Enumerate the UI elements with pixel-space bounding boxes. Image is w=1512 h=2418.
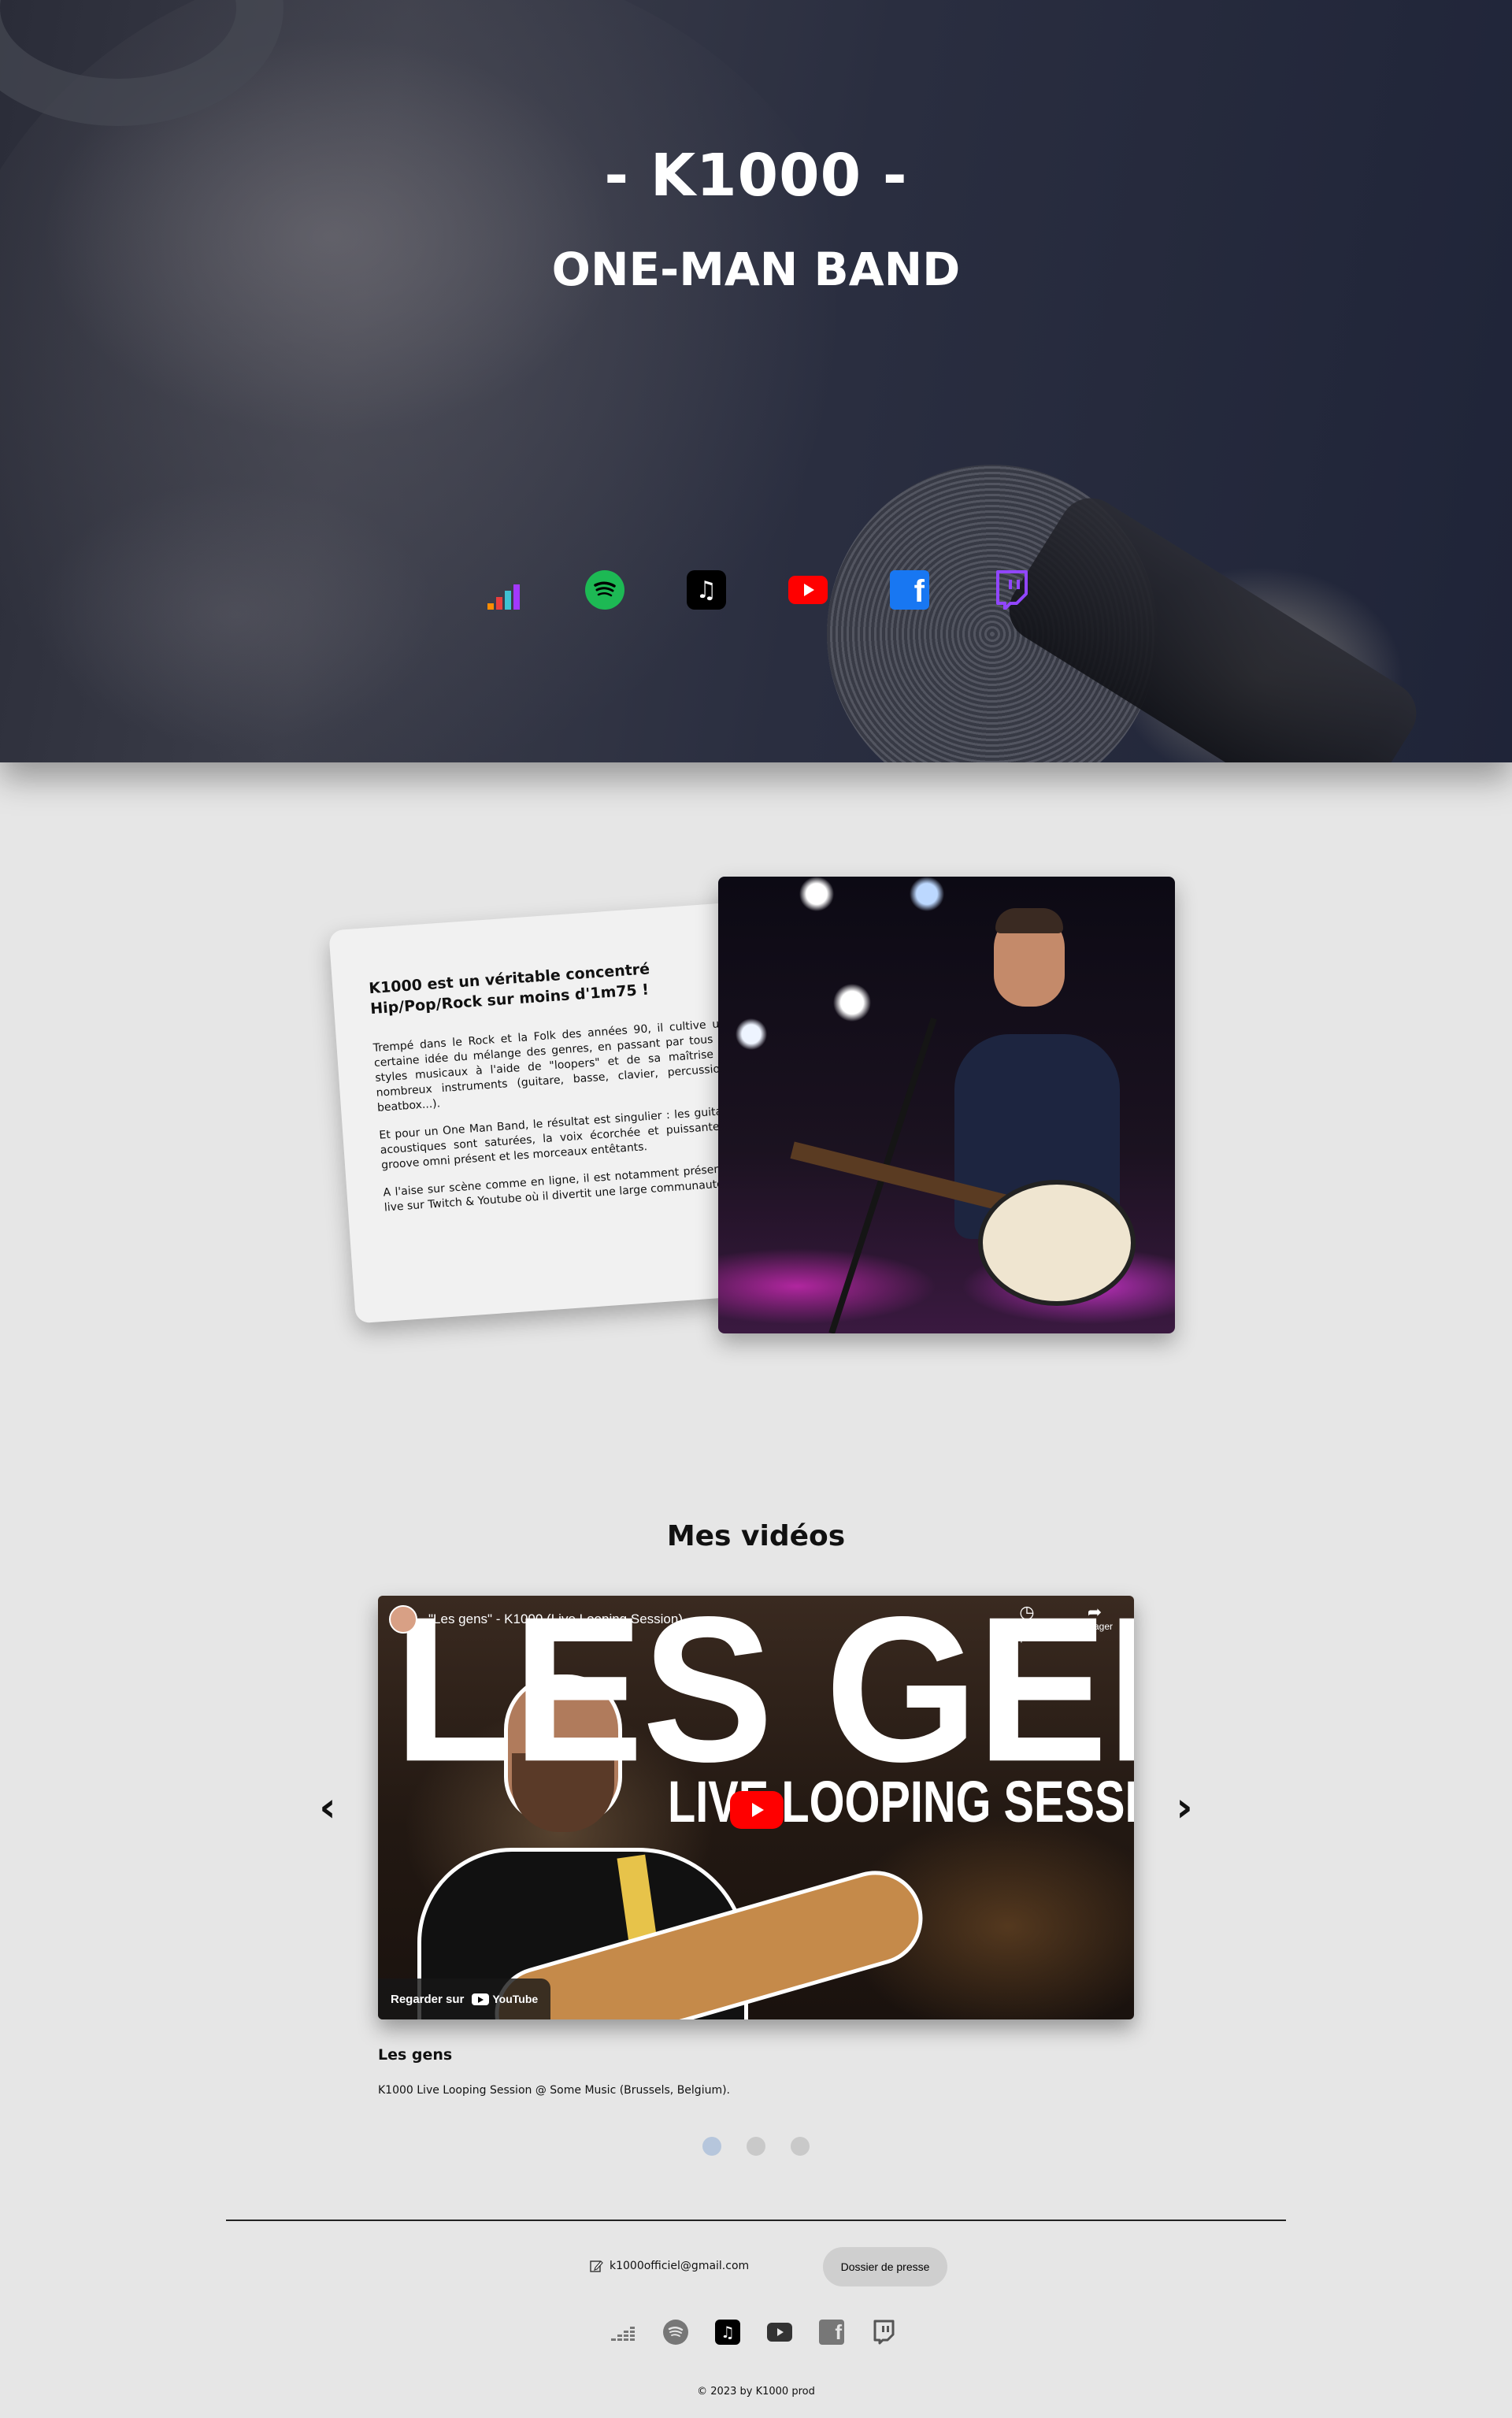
note-edit-icon bbox=[590, 2260, 603, 2272]
youtube-logo-text: YouTube bbox=[492, 1993, 539, 2005]
watch-later-button[interactable]: ◷ Regarder p... bbox=[1005, 1602, 1049, 1644]
facebook-icon[interactable]: f bbox=[819, 2320, 844, 2345]
video-embed-actions: ◷ Regarder p... ➦ Partager bbox=[1005, 1602, 1117, 1644]
deezer-icon[interactable] bbox=[484, 570, 523, 610]
email-address: k1000officiel@gmail.com bbox=[610, 2260, 750, 2272]
carousel-pagination bbox=[702, 2137, 810, 2156]
footer-divider bbox=[226, 2220, 1286, 2221]
twitch-icon[interactable] bbox=[991, 570, 1031, 610]
about-paragraph-1: Trempé dans le Rock et la Folk des année… bbox=[372, 1017, 737, 1114]
artist-name: - K1000 - bbox=[604, 142, 908, 210]
video-embed[interactable]: LES GENS LIVE LOOPING SESSION "Les gens"… bbox=[378, 1596, 1134, 2019]
share-icon: ➦ bbox=[1087, 1602, 1102, 1622]
twitch-icon[interactable] bbox=[871, 2320, 896, 2345]
video-embed-title[interactable]: "Les gens" - K1000 (Live Looping Session… bbox=[428, 1611, 683, 1627]
about-heading: K1000 est un véritable concentré Hip/Pop… bbox=[368, 960, 650, 1018]
video-title: Les gens bbox=[378, 2046, 453, 2064]
channel-avatar[interactable] bbox=[389, 1605, 417, 1634]
play-icon bbox=[752, 1803, 764, 1817]
youtube-logo: YouTube bbox=[472, 1993, 538, 2005]
photo-guitar-body bbox=[978, 1180, 1136, 1306]
apple-music-icon[interactable]: ♫ bbox=[715, 2320, 740, 2345]
carousel-dot-2[interactable] bbox=[747, 2137, 765, 2156]
watch-later-label: Regarder p... bbox=[1006, 1621, 1047, 1643]
artist-tagline: ONE-MAN BAND bbox=[551, 243, 961, 296]
deezer-icon[interactable] bbox=[611, 2320, 636, 2345]
carousel-next-button[interactable]: › bbox=[1169, 1784, 1200, 1831]
hero-section: - K1000 - ONE-MAN BAND ♫ f bbox=[0, 0, 1512, 762]
clock-icon: ◷ bbox=[1019, 1602, 1035, 1622]
about-card: K1000 est un véritable concentré Hip/Pop… bbox=[328, 900, 785, 1324]
email-link[interactable]: k1000officiel@gmail.com bbox=[589, 2259, 749, 2273]
footer-social-links: ♫ f bbox=[611, 2320, 896, 2345]
carousel-dot-3[interactable] bbox=[791, 2137, 810, 2156]
spotify-icon[interactable] bbox=[585, 570, 624, 610]
copyright: © 2023 by K1000 prod bbox=[697, 2386, 815, 2398]
watch-on-youtube-button[interactable]: Regarder sur YouTube bbox=[378, 1979, 551, 2019]
spotify-icon[interactable] bbox=[663, 2320, 688, 2345]
apple-music-icon[interactable]: ♫ bbox=[687, 570, 726, 610]
about-photo bbox=[718, 877, 1175, 1333]
videos-section-title: Mes vidéos bbox=[666, 1520, 846, 1552]
carousel-prev-button[interactable]: ‹ bbox=[312, 1784, 343, 1831]
photo-performer-hair bbox=[995, 908, 1063, 933]
watch-on-label: Regarder sur bbox=[391, 1992, 465, 2006]
carousel-dot-1[interactable] bbox=[702, 2137, 721, 2156]
share-label: Partager bbox=[1076, 1621, 1114, 1632]
facebook-icon[interactable]: f bbox=[890, 570, 929, 610]
hero-social-links: ♫ f bbox=[484, 570, 1031, 610]
youtube-icon[interactable] bbox=[767, 2320, 792, 2345]
share-button[interactable]: ➦ Partager bbox=[1073, 1604, 1117, 1643]
youtube-icon[interactable] bbox=[788, 570, 828, 610]
play-button[interactable] bbox=[730, 1791, 784, 1829]
about-paragraph-2: Et pour un One Man Band, le résultat est… bbox=[378, 1103, 741, 1172]
video-embed-header[interactable]: "Les gens" - K1000 (Live Looping Session… bbox=[389, 1605, 683, 1634]
video-description: K1000 Live Looping Session @ Some Music … bbox=[378, 2084, 731, 2097]
press-kit-button[interactable]: Dossier de presse bbox=[823, 2247, 947, 2286]
